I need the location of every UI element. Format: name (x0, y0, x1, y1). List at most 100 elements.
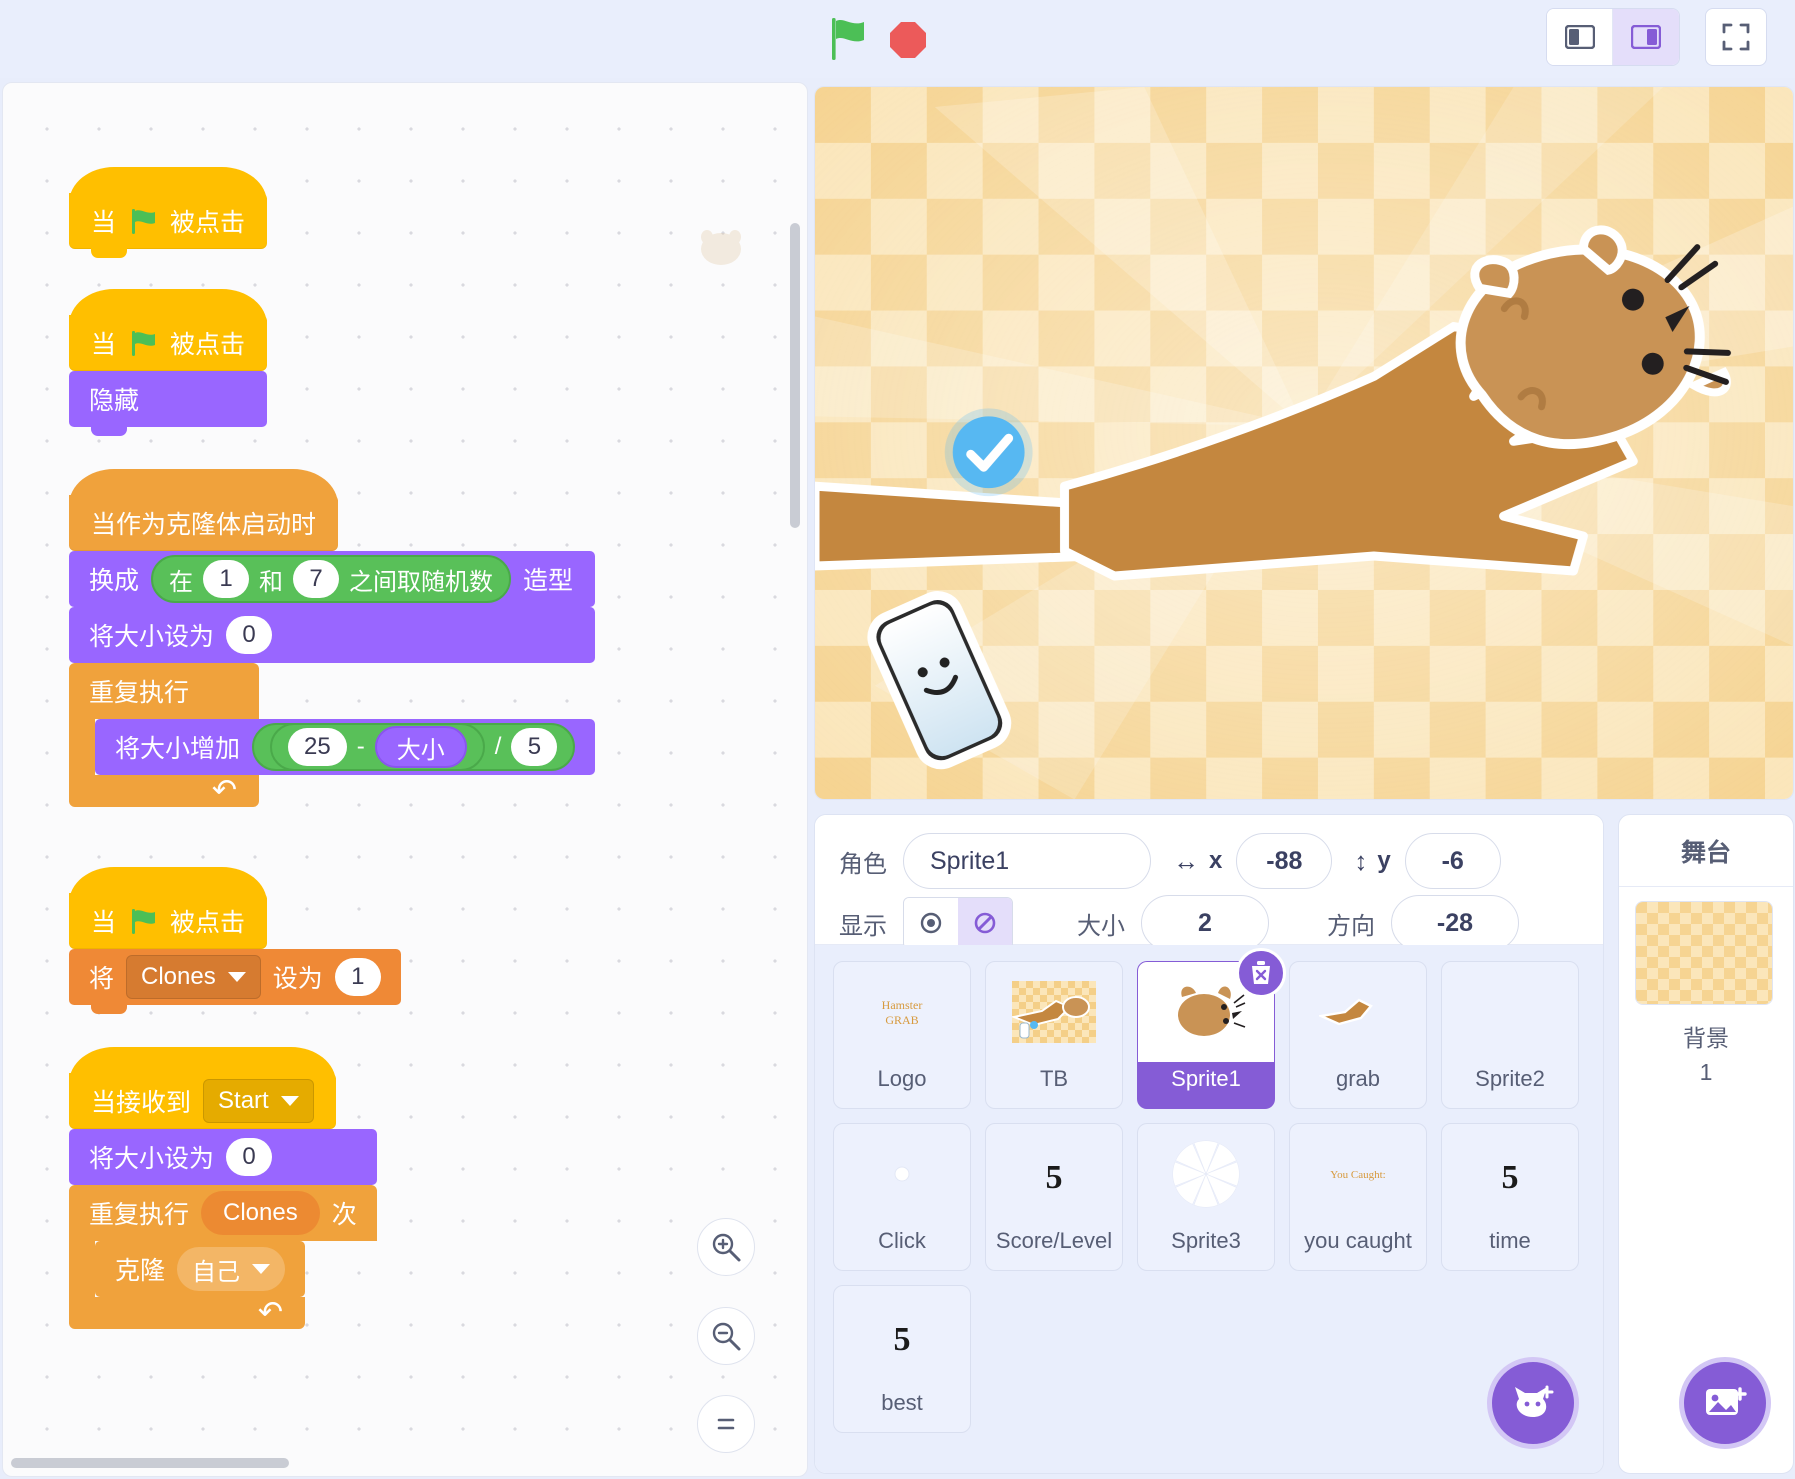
sprite-direction-input[interactable]: -28 (1391, 895, 1519, 951)
sprite-card-score-level[interactable]: 5 Score/Level (985, 1123, 1123, 1271)
dropdown-variable-clones[interactable]: Clones (126, 955, 261, 999)
block-label-set-size: 将大小设为 (89, 623, 215, 651)
block-label-forever: 重复执行 (89, 679, 190, 707)
sprite-card-label: Click (878, 1228, 926, 1253)
loop-arrow-icon: ↶ (211, 774, 237, 807)
vertical-scrollbar[interactable] (790, 223, 800, 528)
stage-display[interactable] (814, 86, 1794, 800)
block-pick-random[interactable]: 在 1 和 7 之间取随机数 (151, 555, 512, 603)
input-random-from[interactable]: 1 (203, 560, 250, 598)
sprite-card-label: Logo (877, 1066, 927, 1091)
sprite-card-label: time (1489, 1228, 1531, 1253)
sprite-card-time[interactable]: 5 time (1441, 1123, 1579, 1271)
zoom-reset-icon[interactable] (697, 1395, 755, 1453)
block-switch-costume[interactable]: 换成 在 1 和 7 之间取随机数 造型 (69, 551, 596, 607)
block-label-forever-row[interactable]: 重复执行 (69, 663, 259, 719)
sprite-name-input[interactable]: Sprite1 (903, 833, 1151, 889)
block-forever[interactable]: 重复执行 将大小增加 25 - 大小 / 5 ↶ (69, 663, 596, 807)
sprite-card-sprite3[interactable]: Sprite3 (1137, 1123, 1275, 1271)
block-when-i-start-as-clone[interactable]: 当作为克隆体启动时 (69, 469, 339, 551)
eye-visible-icon[interactable] (904, 898, 958, 948)
sprite-y-input[interactable]: -6 (1404, 833, 1501, 889)
sprite-card-sprite2[interactable]: Sprite2 (1441, 961, 1579, 1109)
sprite-name-label: 角色 (839, 850, 887, 878)
x-label: x (1209, 847, 1223, 874)
block-label-clicked: 被点击 (170, 209, 246, 237)
fullscreen-icon[interactable] (1705, 8, 1767, 66)
block-create-clone-of[interactable]: 克隆 自己 (95, 1241, 306, 1297)
block-subtract-operator[interactable]: 25 - 大小 (270, 723, 485, 771)
block-change-size-by[interactable]: 将大小增加 25 - 大小 / 5 (95, 719, 596, 775)
block-when-flag-clicked[interactable]: 当 被点击 (69, 289, 268, 371)
sprite-thumbnail (1290, 962, 1426, 1062)
sprite-list: Hamster GRAB Logo TB Sprite1 grab Sprite2 Click… (815, 945, 1603, 1473)
block-when-flag-clicked[interactable]: 当 被点击 (69, 167, 268, 258)
sprite-card-click[interactable]: Click (833, 1123, 971, 1271)
script-when-flag-clicked-1[interactable]: 当 被点击 (69, 167, 268, 258)
dropdown-clone-target[interactable]: 自己 (177, 1247, 286, 1291)
block-repeat-row[interactable]: 重复执行 Clones 次 (69, 1185, 377, 1241)
block-set-variable-to[interactable]: 将 Clones 设为 1 (69, 949, 401, 1014)
sprite-card-you-caught[interactable]: You Caught: you caught (1289, 1123, 1427, 1271)
c-block-arm (69, 719, 95, 775)
sprite-thumbnail: 5 (1442, 1124, 1578, 1224)
eye-hidden-icon[interactable] (958, 898, 1012, 948)
input-set-value[interactable]: 1 (334, 958, 381, 996)
script-when-start-as-clone[interactable]: 当作为克隆体启动时 换成 在 1 和 7 之间取随机数 造型 将大小设为 0 重… (69, 469, 596, 807)
c-block-foot: ↶ (69, 1297, 305, 1329)
y-label: y (1377, 847, 1391, 874)
svg-text:GRAB: GRAB (885, 1013, 918, 1027)
input-random-to[interactable]: 7 (293, 560, 340, 598)
add-sprite-cat-icon[interactable] (1487, 1357, 1579, 1449)
script-when-i-receive-start[interactable]: 当接收到 Start 将大小设为 0 重复执行 Clones 次 克隆 自己 ↶ (69, 1047, 377, 1329)
zoom-in-icon[interactable] (697, 1218, 755, 1276)
sprite-size-input[interactable]: 2 (1141, 895, 1269, 951)
block-label-clone: 克隆 (115, 1257, 166, 1285)
input-math-a[interactable]: 25 (288, 728, 347, 766)
block-repeat[interactable]: 重复执行 Clones 次 克隆 自己 ↶ (69, 1185, 377, 1329)
block-when-flag-clicked[interactable]: 当 被点击 (69, 867, 268, 949)
block-divide-operator[interactable]: 25 - 大小 / 5 (252, 723, 576, 771)
zoom-out-icon[interactable] (697, 1307, 755, 1365)
block-label-repeat: 重复执行 (89, 1201, 190, 1229)
block-set-size-to[interactable]: 将大小设为 0 (69, 1129, 377, 1185)
stop-sign-icon[interactable] (888, 20, 928, 60)
input-math-b[interactable]: 5 (511, 728, 558, 766)
block-hide[interactable]: 隐藏 (69, 371, 268, 436)
top-toolbar (0, 0, 1795, 78)
sprite-x-input[interactable]: -88 (1236, 833, 1333, 889)
backdrop-thumbnail[interactable] (1635, 901, 1773, 1005)
reporter-size[interactable]: 大小 (374, 726, 467, 768)
block-when-i-receive[interactable]: 当接收到 Start (69, 1047, 336, 1129)
small-stage-layout-button[interactable] (1547, 9, 1613, 65)
large-stage-layout-button[interactable] (1613, 9, 1679, 65)
visibility-label: 显示 (839, 912, 887, 940)
sprite-card-sprite1[interactable]: Sprite1 (1137, 948, 1286, 1109)
reporter-clones[interactable]: Clones (201, 1191, 320, 1235)
dropdown-message-start[interactable]: Start (203, 1079, 314, 1123)
label-random-mid: 和 (259, 568, 284, 596)
sprite-card-best[interactable]: 5 best (833, 1285, 971, 1433)
trash-icon[interactable] (1236, 948, 1286, 998)
block-label-clicked: 被点击 (170, 331, 246, 359)
sprite-watermark (693, 223, 749, 271)
script-when-flag-clicked-hide[interactable]: 当 被点击 隐藏 (69, 289, 268, 436)
script-when-flag-set-clones[interactable]: 当 被点击 将 Clones 设为 1 (69, 867, 401, 1014)
block-set-size-to[interactable]: 将大小设为 0 (69, 607, 596, 663)
stage-thumbnail-card[interactable]: 背景 1 (1619, 887, 1793, 1100)
vertical-arrows-icon: ↕ (1354, 845, 1368, 876)
sprite-thumbnail: You Caught: (1290, 1124, 1426, 1224)
sprite-card-grab[interactable]: grab (1289, 961, 1427, 1109)
green-flag-icon[interactable] (826, 16, 870, 62)
block-label-when: 当 (91, 909, 117, 937)
c-block-arm (69, 1241, 95, 1297)
svg-text:5: 5 (894, 1321, 911, 1358)
input-size-value[interactable]: 0 (226, 616, 273, 654)
horizontal-scrollbar[interactable] (11, 1458, 289, 1468)
input-size-value[interactable]: 0 (226, 1138, 273, 1176)
add-backdrop-image-icon[interactable] (1679, 1357, 1771, 1449)
sprite-card-logo[interactable]: Hamster GRAB Logo (833, 961, 971, 1109)
code-workspace[interactable]: 当 被点击 当 被点击 隐藏 当作为克隆体启动时 换成 在 1 和 7 之间取随… (2, 82, 808, 1477)
sprite-thumbnail: Hamster GRAB (834, 962, 970, 1062)
sprite-card-tb[interactable]: TB (985, 961, 1123, 1109)
